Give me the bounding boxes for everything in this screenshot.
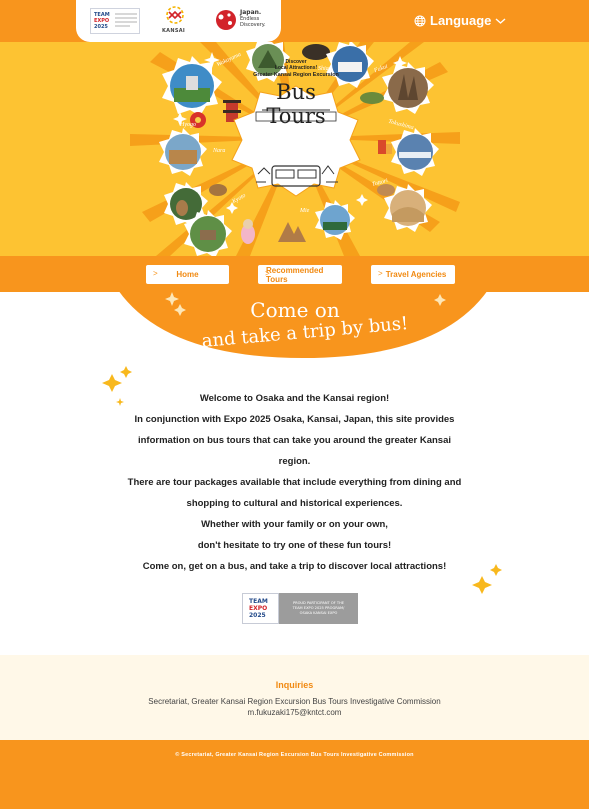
badge-participant-text: PROUD PARTICIPANT OF THE TEAM EXPO 2025 … [279, 593, 358, 624]
japan-endless-discovery-logo[interactable]: Japan. Endless Discovery. [214, 8, 274, 34]
chevron-right-icon: > [153, 269, 158, 278]
place-label-hyogo: Hyogo [180, 122, 196, 128]
badge-text-line3: OSAKA KANSAI EXPO [299, 611, 338, 615]
badge-team-expo-logo: TEAM EXPO 2025 [242, 593, 279, 624]
kansai-logo-text: KANSAI [162, 28, 186, 34]
badge-team-line2: EXPO [249, 605, 268, 612]
hero-title: Bus Tours [266, 80, 326, 128]
badge-team-line3: 2025 [249, 612, 266, 619]
intro-line: don't hesitate to try one of these fun t… [197, 540, 392, 551]
chevron-right-icon: > [265, 269, 270, 278]
intro-line: information on bus tours that can take y… [137, 435, 452, 446]
intro-line: region. [278, 456, 311, 467]
nav-travel-agencies-button[interactable]: > Travel Agencies [371, 265, 455, 284]
nav-recommended-tours-label: Recommended Tours [266, 265, 324, 284]
site-footer: © Secretariat, Greater Kansai Region Exc… [0, 740, 589, 809]
site-header: TEAM EXPO 2025 KANSAI Japan. Endless Dis… [0, 0, 589, 42]
kansai-logo[interactable]: KANSAI [160, 5, 190, 37]
japan-logo-line3: Discovery. [240, 22, 266, 28]
team-logo-fineprint [115, 13, 137, 27]
footer-copyright: © Secretariat, Greater Kansai Region Exc… [175, 752, 414, 758]
intro-line: Welcome to Osaka and the Kansai region! [199, 393, 390, 404]
language-selector[interactable]: Language [414, 13, 506, 28]
globe-icon [414, 15, 426, 26]
inquiries-heading: Inquiries [275, 680, 314, 690]
nav-home-label: Home [176, 270, 199, 279]
team-expo-logo[interactable]: TEAM EXPO 2025 [90, 8, 140, 34]
intro-text: Welcome to Osaka and the Kansai region! … [0, 388, 589, 577]
place-label-mie: Mie [300, 208, 310, 214]
chevron-right-icon: > [378, 269, 383, 278]
inquiries-email-link[interactable]: m.fukuzaki175@kntct.com [0, 708, 589, 717]
kansai-emblem-icon [166, 6, 184, 24]
chevron-down-icon [495, 17, 506, 24]
inquiries-section: Inquiries Secretariat, Greater Kansai Re… [0, 655, 589, 740]
nav-home-button[interactable]: > Home [146, 265, 229, 284]
inquiries-organization: Secretariat, Greater Kansai Region Excur… [148, 697, 441, 706]
language-label: Language [430, 13, 492, 28]
hero-subtitle: Greater Kansai Region Excursion [253, 72, 339, 78]
place-label-nara: Nara [213, 148, 226, 154]
nav-recommended-tours-button[interactable]: > Recommended Tours [258, 265, 342, 284]
hero-banner: Discover Local Attractions! Greater Kans… [0, 42, 589, 256]
intro-line: There are tour packages available that i… [127, 477, 462, 488]
intro-line: shopping to cultural and historical expe… [186, 498, 403, 509]
team-expo-participant-badge[interactable]: TEAM EXPO 2025 PROUD PARTICIPANT OF THE … [242, 593, 358, 624]
team-logo-line3: 2025 [94, 24, 108, 30]
japan-sun-icon [216, 10, 236, 30]
badge-team-line1: TEAM [249, 598, 268, 605]
logo-area: TEAM EXPO 2025 KANSAI Japan. Endless Dis… [76, 0, 281, 42]
place-label-shiga: Shiga [318, 66, 332, 72]
intro-line: Come on, get on a bus, and take a trip t… [142, 561, 447, 572]
intro-line: Whether with your family or on your own, [201, 519, 388, 530]
intro-line: In conjunction with Expo 2025 Osaka, Kan… [134, 414, 455, 425]
nav-travel-agencies-label: Travel Agencies [385, 270, 447, 279]
